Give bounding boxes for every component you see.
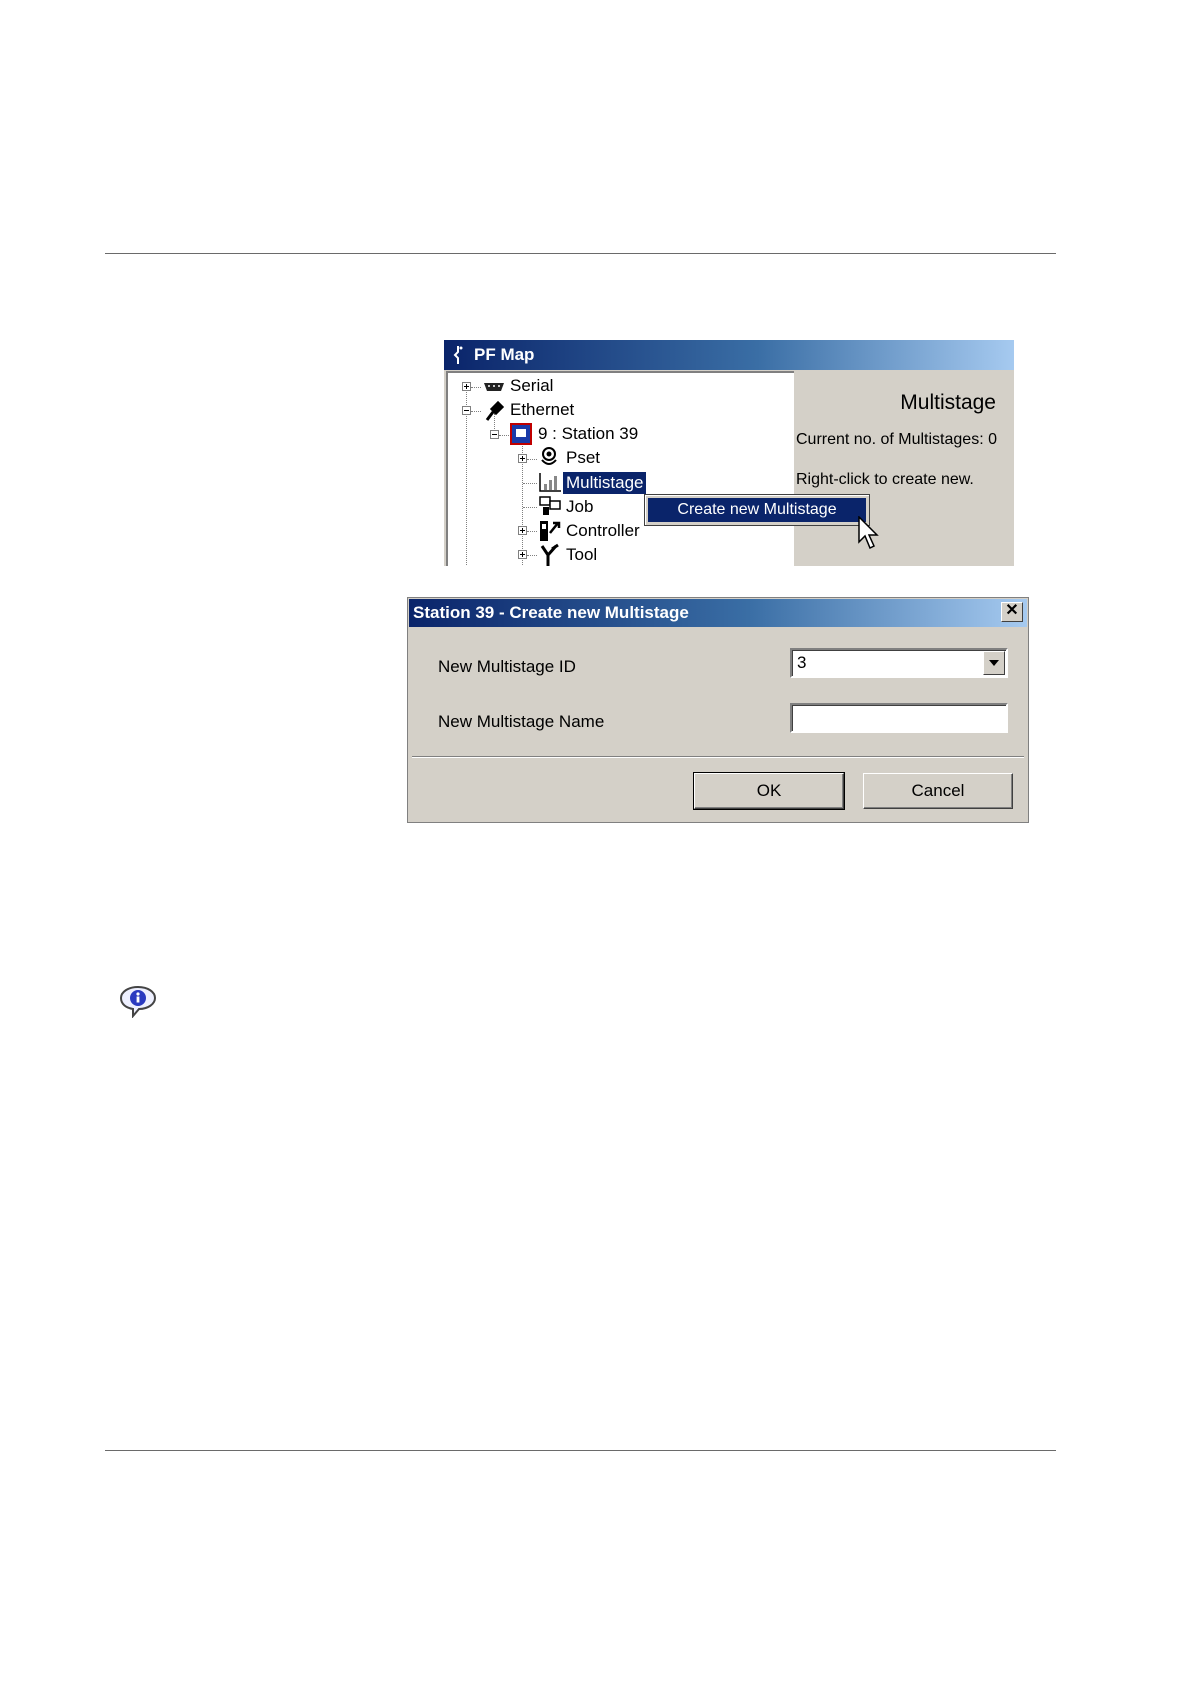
- info-hint: Right-click to create new.: [796, 471, 974, 488]
- job-icon: [539, 496, 561, 515]
- serial-connector-icon: [484, 383, 504, 391]
- multistage-icon: [539, 473, 561, 492]
- info-icon: [119, 985, 157, 1018]
- tree-item-label: Pset: [566, 448, 601, 467]
- info-heading: Multistage: [900, 391, 996, 414]
- pf-map-window: PF Map Serial Ethernet 9: Station 39 Ps…: [444, 340, 1014, 566]
- dialog-fields-group: New Multistage ID 3 New Multistage Name: [412, 630, 1024, 757]
- tree-line: [499, 435, 509, 436]
- dialog-title: Station 39 - Create new Multistage: [413, 603, 689, 622]
- tree-line: [471, 387, 481, 388]
- expand-tool[interactable]: [518, 550, 527, 559]
- tree-item-label: Multistage: [563, 472, 647, 494]
- station-icon: [510, 423, 532, 445]
- pf-map-info-panel: Multistage Current no. of Multistages: 0…: [796, 371, 1014, 566]
- multistage-id-value: 3: [797, 653, 807, 672]
- expand-pset[interactable]: [518, 454, 527, 463]
- cancel-button[interactable]: Cancel: [863, 773, 1013, 809]
- footer-rule: [105, 1450, 1056, 1451]
- pset-icon: [541, 447, 557, 465]
- multistage-name-input[interactable]: [790, 703, 1008, 733]
- tree-item-label: Tool: [566, 545, 598, 564]
- ethernet-plug-icon: [485, 400, 504, 421]
- context-menu: Create new Multistage: [644, 494, 870, 526]
- tree-line: [527, 459, 537, 460]
- tree-item-label: Serial: [510, 376, 554, 395]
- pf-map-title: PF Map: [474, 345, 535, 364]
- create-multistage-dialog: Station 39 - Create new Multistage ✕ New…: [407, 597, 1029, 823]
- close-icon: ✕: [1005, 602, 1019, 619]
- multistage-id-label: New Multistage ID: [438, 657, 576, 676]
- tree-line: [471, 411, 481, 412]
- expand-controller[interactable]: [518, 526, 527, 535]
- tree-line: [523, 507, 537, 508]
- pf-map-tree[interactable]: Serial Ethernet 9 : Station 39 Pset Mult…: [446, 371, 794, 566]
- tree-item-label: Controller: [566, 521, 640, 540]
- multistage-id-select[interactable]: 3: [790, 648, 1008, 678]
- header-rule: [105, 253, 1056, 254]
- dropdown-arrow-button[interactable]: [983, 651, 1005, 675]
- tree-line: [527, 555, 537, 556]
- mouse-pointer-icon: [858, 516, 879, 550]
- context-menu-create-multistage[interactable]: Create new Multistage: [648, 498, 866, 522]
- tree-item-label: Ethernet: [510, 400, 575, 419]
- close-button[interactable]: ✕: [1001, 602, 1023, 622]
- tool-icon: [540, 543, 559, 566]
- pf-map-titlebar[interactable]: PF Map: [444, 340, 1014, 370]
- info-count: Current no. of Multistages: 0: [796, 431, 997, 448]
- pf-map-icon: [453, 346, 463, 364]
- dialog-titlebar[interactable]: Station 39 - Create new Multistage ✕: [409, 599, 1027, 627]
- tree-item-label: 9 : Station 39: [538, 424, 639, 443]
- collapse-station[interactable]: [490, 430, 499, 439]
- expand-serial[interactable]: [462, 382, 471, 391]
- tree-line: [523, 483, 537, 484]
- tree-line: [527, 531, 537, 532]
- tree-item-label: Job: [566, 497, 594, 516]
- collapse-ethernet[interactable]: [462, 406, 471, 415]
- ok-button[interactable]: OK: [693, 772, 845, 810]
- multistage-name-label: New Multistage Name: [438, 712, 605, 731]
- controller-icon: [540, 521, 561, 541]
